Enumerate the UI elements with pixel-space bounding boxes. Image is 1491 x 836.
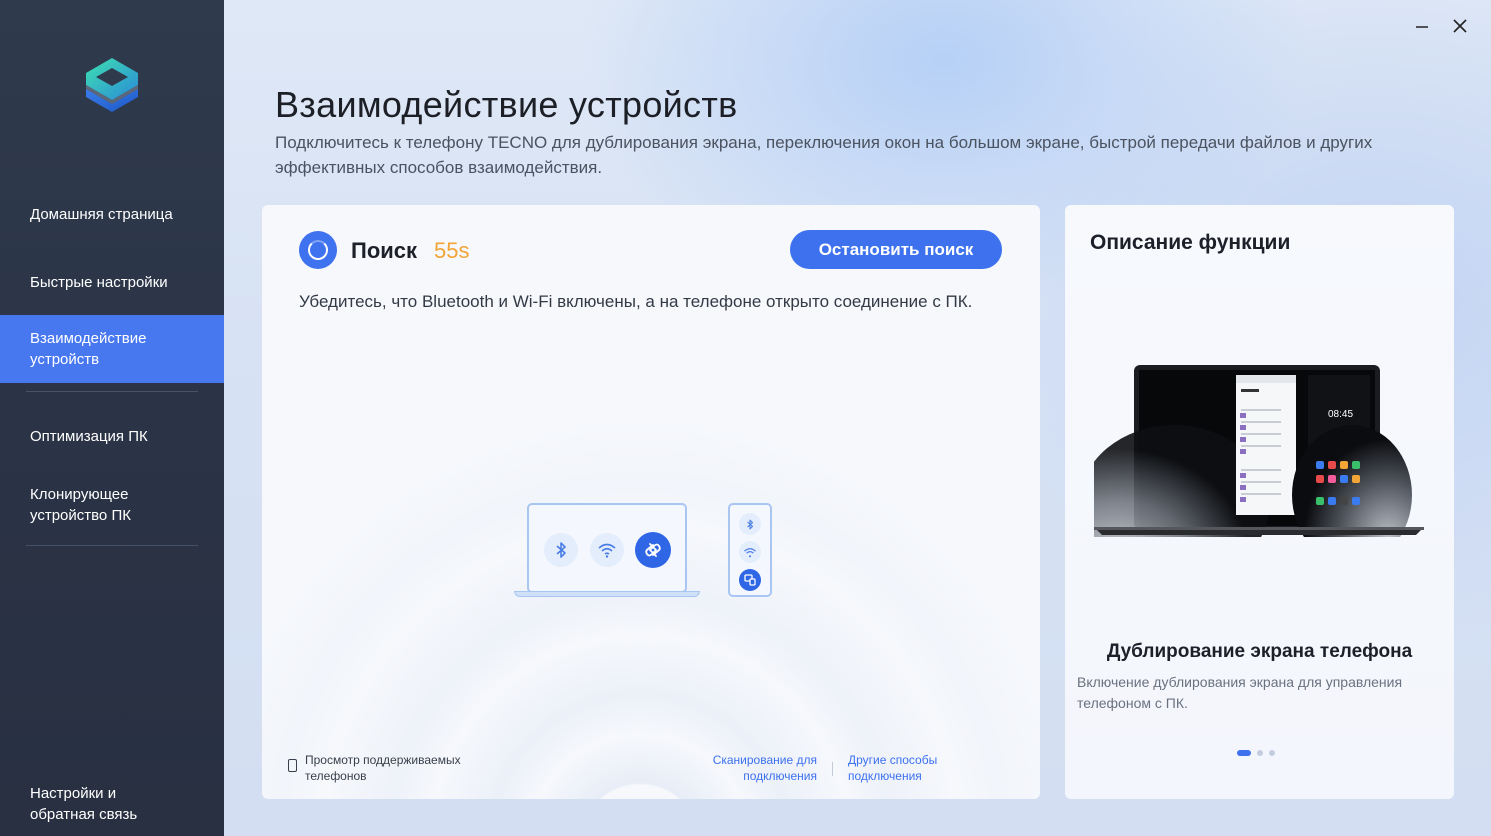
search-timer: 55s: [434, 238, 470, 263]
loading-spinner-icon: [299, 231, 337, 269]
sidebar-item-quick-settings[interactable]: Быстрые настройки: [0, 271, 224, 293]
stop-search-button[interactable]: Остановить поиск: [790, 230, 1002, 269]
main-content: Взаимодействие устройств Подключитесь к …: [224, 0, 1491, 836]
bluetooth-icon: [739, 513, 761, 535]
carousel-indicator[interactable]: [1237, 750, 1275, 756]
app-logo-icon: [82, 56, 142, 120]
page-description: Подключитесь к телефону TECNO для дублир…: [275, 133, 1373, 177]
sidebar-item-label: Быстрые настройки: [30, 273, 168, 291]
carousel-dot[interactable]: [1257, 750, 1263, 756]
feature-title: Дублирование экрана телефона: [1106, 641, 1413, 662]
phone-illustration: [728, 503, 772, 597]
wifi-icon: [590, 533, 624, 567]
carousel-dot[interactable]: [1237, 750, 1251, 756]
sidebar-item-label: Настройки и обратная связь: [30, 785, 138, 823]
feature-description-card: Описание функции 08:45 Дублирование экра…: [1065, 205, 1454, 799]
search-card: Поиск 55s Остановить поиск Убедитесь, чт…: [262, 205, 1040, 799]
wifi-icon: [739, 541, 761, 563]
laptop-illustration: [527, 503, 687, 593]
search-label: Поиск: [351, 238, 418, 263]
sidebar-divider: [26, 391, 198, 392]
phone-clock: 08:45: [1328, 409, 1353, 420]
sidebar-item-label: Оптимизация ПК: [30, 427, 148, 445]
sidebar-item-pc-optimization[interactable]: Оптимизация ПК: [0, 425, 224, 447]
screen-mirror-icon: [739, 569, 761, 591]
supported-phones-link[interactable]: Просмотр поддерживаемых телефонов: [305, 752, 495, 784]
footer-divider: [832, 762, 833, 776]
page-title: Взаимодействие устройств: [275, 84, 738, 125]
sidebar-item-home[interactable]: Домашняя страница: [0, 203, 224, 225]
sidebar-item-label: Взаимодействие устройств: [30, 330, 147, 368]
sidebar-item-device-interaction[interactable]: Взаимодействие устройств: [0, 315, 224, 383]
sidebar-item-label: Домашняя страница: [30, 205, 173, 223]
sidebar-divider: [26, 545, 198, 546]
other-connection-methods-link[interactable]: Другие способы подключения: [848, 752, 958, 784]
minimize-button[interactable]: [1410, 14, 1434, 38]
connect-link-icon: [635, 532, 671, 568]
sidebar-item-pc-clone[interactable]: Клонирующее устройство ПК: [0, 483, 224, 527]
carousel-dot[interactable]: [1269, 750, 1275, 756]
scan-to-connect-link[interactable]: Сканирование для подключения: [702, 752, 817, 784]
close-button[interactable]: [1448, 14, 1472, 38]
bluetooth-icon: [544, 533, 578, 567]
feature-description: Включение дублирования экрана для управл…: [1077, 674, 1403, 711]
search-hint: Убедитесь, что Bluetooth и Wi-Fi включен…: [299, 292, 973, 311]
feature-description-title: Описание функции: [1090, 231, 1291, 254]
laptop-screen-mirroring-image: 08:45: [1079, 365, 1424, 585]
phone-icon: [288, 759, 297, 772]
sidebar: Домашняя страница Быстрые настройки Взаи…: [0, 0, 224, 836]
sidebar-item-label: Клонирующее устройство ПК: [30, 486, 131, 524]
laptop-base: [514, 591, 700, 597]
sidebar-item-settings-feedback[interactable]: Настройки и обратная связь: [0, 782, 224, 826]
minimize-icon: [1416, 26, 1428, 28]
close-icon: [1453, 19, 1467, 33]
